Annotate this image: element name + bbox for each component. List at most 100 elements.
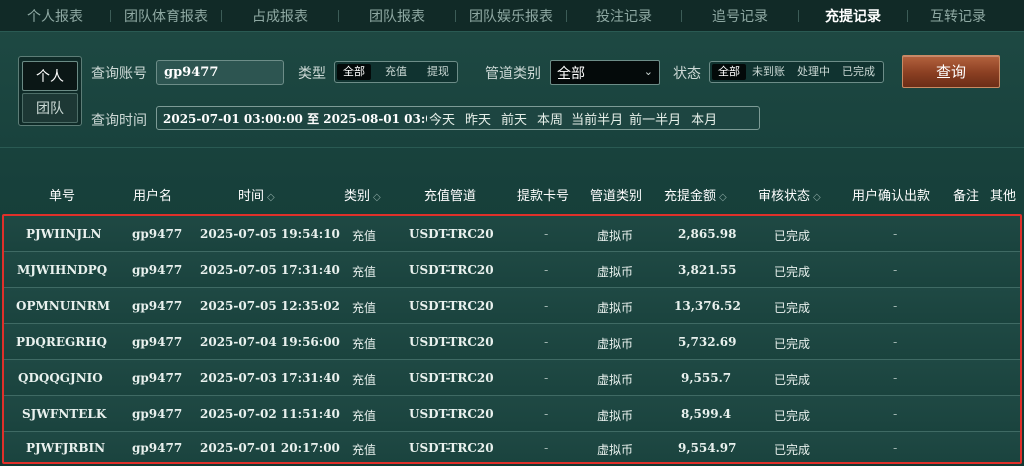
channel-select-value: 全部	[557, 65, 585, 82]
account-input[interactable]: gp9477	[156, 60, 284, 85]
status-option-not-arrived[interactable]: 未到账	[746, 64, 791, 80]
table-row[interactable]: QDQQGJNIO gp9477 2025-07-03 17:31:40 充值 …	[4, 360, 1020, 396]
cell-channel: USDT-TRC20	[409, 299, 494, 313]
status-label: 状态	[673, 66, 701, 82]
cell-channel-type: 虚拟币	[597, 409, 634, 423]
tab-deposit-withdraw-records[interactable]: 充提记录	[799, 6, 907, 26]
status-segmented: 全部 未到账 处理中 已完成	[709, 61, 884, 83]
cell-channel: USDT-TRC20	[409, 335, 494, 349]
cell-card-number: -	[544, 299, 549, 313]
tab-chase-records[interactable]: 追号记录	[682, 6, 798, 26]
cell-amount: 2,865.98	[678, 227, 737, 241]
cell-review-status: 已完成	[774, 373, 811, 387]
cell-username: gp9477	[132, 407, 183, 421]
cell-order-id: PJWIINJLN	[26, 227, 102, 241]
cell-channel-type: 虚拟币	[597, 443, 634, 457]
cell-order-id: QDQQGJNIO	[18, 371, 103, 385]
quick-previous-half-month[interactable]: 前一半月	[629, 109, 681, 128]
tab-team-sports-report[interactable]: 团队体育报表	[111, 6, 221, 26]
scope-personal-button[interactable]: 个人	[22, 61, 78, 91]
scope-team-button[interactable]: 团队	[22, 93, 78, 123]
cell-amount: 13,376.52	[674, 299, 741, 313]
header-kind-label: 类别	[344, 189, 371, 204]
cell-channel: USDT-TRC20	[409, 441, 494, 455]
cell-kind: 充值	[352, 265, 377, 279]
header-amount[interactable]: 充提金额 ◇	[664, 185, 727, 204]
cell-review-status: 已完成	[774, 409, 811, 423]
header-kind[interactable]: 类别 ◇	[344, 185, 381, 204]
table-row[interactable]: PJWIINJLN gp9477 2025-07-05 19:54:10 充值 …	[4, 216, 1020, 252]
cell-time: 2025-07-05 12:35:02	[200, 299, 340, 313]
query-button[interactable]: 查询	[902, 55, 1000, 88]
tab-team-entertainment-report[interactable]: 团队娱乐报表	[456, 6, 566, 26]
cell-review-status: 已完成	[774, 301, 811, 315]
time-range-picker[interactable]: 2025-07-01 03:00:00 至 2025-08-01 03:00:0…	[156, 106, 760, 130]
tab-transfer-records[interactable]: 互转记录	[908, 6, 1008, 26]
table-row[interactable]: MJWIHNDPQ gp9477 2025-07-05 17:31:40 充值 …	[4, 252, 1020, 288]
type-option-withdraw[interactable]: 提现	[421, 64, 455, 80]
tab-share-report[interactable]: 占成报表	[222, 6, 338, 26]
cell-channel-type: 虚拟币	[597, 337, 634, 351]
cell-order-id: MJWIHNDPQ	[17, 263, 108, 277]
table-row[interactable]: OPMNUINRM gp9477 2025-07-05 12:35:02 充值 …	[4, 288, 1020, 324]
cell-order-id: PDQREGRHQ	[16, 335, 108, 349]
header-card-number: 提款卡号	[517, 189, 570, 204]
cell-order-id: OPMNUINRM	[16, 299, 111, 313]
cell-order-id: SJWFNTELK	[22, 407, 107, 421]
cell-time: 2025-07-01 20:17:00	[200, 441, 340, 455]
sort-icon: ◇	[813, 192, 821, 203]
type-segmented: 全部 充值 提现	[334, 61, 458, 83]
table-row[interactable]: SJWFNTELK gp9477 2025-07-02 11:51:40 充值 …	[4, 396, 1020, 432]
header-channel: 充值管道	[424, 189, 477, 204]
type-option-all[interactable]: 全部	[337, 64, 371, 80]
tab-personal-report[interactable]: 个人报表	[0, 6, 110, 26]
cell-amount: 5,732.69	[678, 335, 737, 349]
table-row[interactable]: PJWFJRBIN gp9477 2025-07-01 20:17:00 充值 …	[4, 432, 1020, 462]
channel-label: 管道类别	[485, 66, 541, 82]
scope-switch: 个人 团队	[18, 56, 82, 126]
cell-user-confirm: -	[893, 263, 898, 277]
records-table-body: PJWIINJLN gp9477 2025-07-05 19:54:10 充值 …	[2, 214, 1022, 464]
quick-day-before[interactable]: 前天	[501, 109, 527, 128]
header-remark: 备注	[953, 189, 980, 204]
cell-amount: 8,599.4	[681, 407, 732, 421]
cell-time: 2025-07-02 11:51:40	[200, 407, 340, 421]
time-range-value[interactable]: 2025-07-01 03:00:00 至 2025-08-01 03:00:0	[157, 110, 427, 127]
table-row[interactable]: PDQREGRHQ gp9477 2025-07-04 19:56:00 充值 …	[4, 324, 1020, 360]
status-option-all[interactable]: 全部	[712, 64, 746, 80]
status-option-processing[interactable]: 处理中	[791, 64, 836, 80]
quick-this-month[interactable]: 本月	[691, 109, 717, 128]
cell-username: gp9477	[132, 441, 183, 455]
cell-user-confirm: -	[893, 299, 898, 313]
quick-yesterday[interactable]: 昨天	[465, 109, 491, 128]
cell-kind: 充值	[352, 409, 377, 423]
cell-channel: USDT-TRC20	[409, 371, 494, 385]
channel-select[interactable]: 全部 ⌄	[550, 60, 660, 85]
header-time[interactable]: 时间 ◇	[238, 185, 275, 204]
cell-time: 2025-07-04 19:56:00	[200, 335, 340, 349]
cell-kind: 充值	[352, 373, 377, 387]
tab-team-report[interactable]: 团队报表	[339, 6, 455, 26]
cell-username: gp9477	[132, 299, 183, 313]
cell-amount: 3,821.55	[678, 263, 737, 277]
cell-review-status: 已完成	[774, 443, 811, 457]
header-time-label: 时间	[238, 189, 265, 204]
header-username: 用户名	[133, 189, 173, 204]
cell-kind: 充值	[352, 443, 377, 457]
quick-this-week[interactable]: 本周	[537, 109, 563, 128]
cell-card-number: -	[544, 263, 549, 277]
status-option-completed[interactable]: 已完成	[836, 64, 881, 80]
cell-kind: 充值	[352, 229, 377, 243]
time-label: 查询时间	[91, 113, 147, 129]
quick-current-half-month[interactable]: 当前半月	[571, 109, 623, 128]
cell-username: gp9477	[132, 227, 183, 241]
cell-review-status: 已完成	[774, 265, 811, 279]
cell-channel: USDT-TRC20	[409, 407, 494, 421]
cell-username: gp9477	[132, 371, 183, 385]
type-option-deposit[interactable]: 充值	[379, 64, 413, 80]
quick-today[interactable]: 今天	[429, 109, 455, 128]
cell-channel-type: 虚拟币	[597, 265, 634, 279]
tab-bet-records[interactable]: 投注记录	[567, 6, 681, 26]
header-order-id: 单号	[49, 189, 76, 204]
header-review-status[interactable]: 审核状态 ◇	[758, 185, 821, 204]
